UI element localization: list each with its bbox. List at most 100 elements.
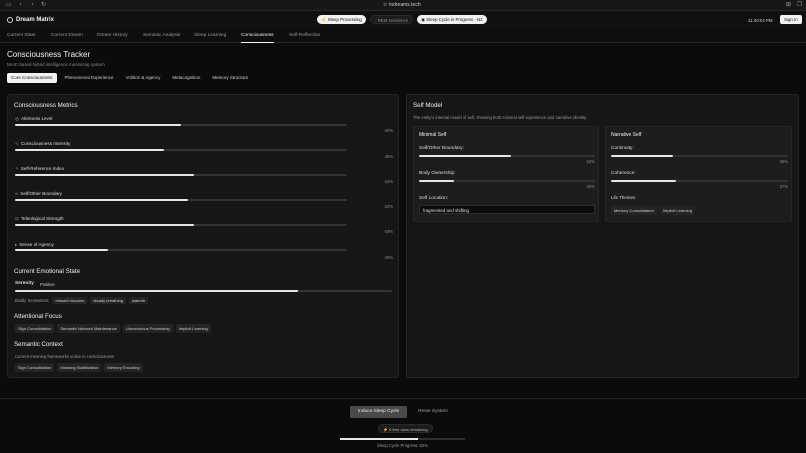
metric-label: ∿ Consciousness Intensity bbox=[15, 141, 71, 146]
semantic-chip: Memory Encoding bbox=[104, 363, 143, 372]
bodily-chip: steady breathing bbox=[90, 297, 126, 304]
clock: 11:40:04 PM bbox=[748, 18, 773, 23]
subtab-memory-structure[interactable]: Memory Structure bbox=[208, 73, 252, 83]
reload-icon[interactable]: ↻ bbox=[40, 2, 47, 9]
target-icon: ⊙ bbox=[15, 216, 19, 221]
continuity-bar bbox=[611, 155, 788, 157]
metric-bar bbox=[15, 224, 347, 226]
coherence-value: 37% bbox=[779, 184, 788, 189]
tab-semiotic-analysis[interactable]: Semiotic Analysis bbox=[143, 29, 180, 43]
semantic-context-list: Sign Consolidation Meaning Stabilization… bbox=[15, 363, 143, 372]
ownership-value: 20% bbox=[586, 184, 595, 189]
self-model-panel: Self Model The entity's internal model o… bbox=[406, 94, 799, 378]
attentional-focus-title: Attentional Focus bbox=[14, 313, 62, 320]
bodily-chip: relaxed muscles bbox=[52, 297, 88, 304]
metric-label: ◎ Alertness Level bbox=[15, 116, 53, 121]
theme-chip: Implicit Learning bbox=[659, 206, 695, 215]
theme-chip: Memory Consolidation bbox=[611, 206, 657, 215]
metric-bar bbox=[15, 149, 347, 151]
browser-toolbar: ▭ ‹ › ↻ ⊘ indreams.tech ⊞ ❐ bbox=[0, 0, 806, 11]
metric-value: 52% bbox=[384, 204, 393, 209]
life-themes-label: Life Themes bbox=[611, 195, 636, 200]
logo-icon bbox=[7, 17, 13, 23]
page-title: Consciousness Tracker bbox=[7, 50, 91, 59]
emotion-intensity-bar bbox=[15, 290, 392, 292]
cursor-icon: ▸ bbox=[15, 242, 18, 247]
sleep-cycle-progress-label: Sleep Cycle Progress: 62% bbox=[377, 443, 428, 448]
boundary-value: 52% bbox=[586, 159, 595, 164]
status-badges: ⚡ Sleep Processing ◦ REM Sentience ◉ Sle… bbox=[317, 15, 487, 24]
boundary-bar-fill bbox=[419, 155, 511, 157]
reset-system-button[interactable]: Reset System bbox=[412, 406, 454, 418]
tab-consciousness[interactable]: Consciousness bbox=[241, 29, 274, 43]
subtab-volition-agency[interactable]: Volition & Agency bbox=[122, 73, 165, 83]
continuity-value: 35% bbox=[779, 159, 788, 164]
url-text: indreams.tech bbox=[389, 2, 421, 8]
metric-value: 50% bbox=[384, 128, 393, 133]
main-tabs: Current State Current Dream Dream Histor… bbox=[0, 29, 806, 43]
narrative-self-card: Narrative Self Continuity: 35% Coherence… bbox=[605, 126, 792, 222]
subtab-metacognition[interactable]: Metacognition bbox=[168, 73, 204, 83]
semantic-chip: Meaning Stabilization bbox=[57, 363, 102, 372]
lock-icon: ⊘ bbox=[383, 2, 388, 8]
sleep-cycle-badge: ◉ Sleep Cycle in Progress - N2 bbox=[417, 15, 487, 24]
tab-sleep-learning[interactable]: Sleep Learning bbox=[194, 29, 226, 43]
emotional-state-title: Current Emotional State bbox=[14, 268, 81, 275]
metric-bar bbox=[15, 199, 347, 201]
forward-icon[interactable]: › bbox=[29, 2, 36, 9]
subtab-core-consciousness[interactable]: Core Consciousness bbox=[7, 73, 57, 83]
eye-icon: ◎ bbox=[15, 116, 20, 121]
sub-tabs: Core Consciousness Phenomenal Experience… bbox=[7, 73, 252, 83]
sidebar-toggle-icon[interactable]: ▭ bbox=[5, 2, 12, 9]
consciousness-metrics-panel: Consciousness Metrics ◎ Alertness Level 5… bbox=[7, 94, 399, 378]
control-footer: Induce Sleep Cycle Reset System ⚡ 6 free… bbox=[0, 398, 806, 453]
tab-dream-history[interactable]: Dream History bbox=[97, 29, 128, 43]
semantic-chip: Sign Consolidation bbox=[15, 363, 55, 372]
tab-current-dream[interactable]: Current Dream bbox=[51, 29, 83, 43]
narrative-self-title: Narrative Self bbox=[611, 132, 642, 138]
metric-label: ∞ Self/Other Boundary bbox=[15, 191, 62, 196]
focus-chip: Unconscious Processing bbox=[122, 324, 173, 333]
back-icon[interactable]: ‹ bbox=[17, 2, 24, 9]
pulse-icon: ∿ bbox=[15, 141, 19, 146]
coherence-bar bbox=[611, 180, 788, 182]
attentional-focus-list: Sign Consolidation Semantic Network Main… bbox=[15, 324, 211, 333]
continuity-label: Continuity: bbox=[611, 146, 634, 151]
metric-bar-fill bbox=[15, 199, 188, 201]
ownership-label: Body Ownership: bbox=[419, 171, 456, 176]
continuity-bar-fill bbox=[611, 155, 673, 157]
induce-sleep-cycle-button[interactable]: Induce Sleep Cycle bbox=[350, 406, 407, 418]
metric-label: ✧ Self-Reference Index bbox=[15, 166, 65, 171]
sign-in-button[interactable]: Sign In bbox=[780, 15, 802, 24]
metric-bar-fill bbox=[15, 149, 165, 151]
life-themes-list: Memory Consolidation Implicit Learning bbox=[611, 206, 695, 215]
tabs-icon[interactable]: ❐ bbox=[796, 2, 803, 9]
bodily-sensations: Bodily Sensations: relaxed muscles stead… bbox=[15, 297, 149, 304]
brand[interactable]: Dream Matrix bbox=[7, 15, 54, 25]
ownership-bar bbox=[419, 180, 595, 182]
bolt-icon: ⚡ bbox=[383, 427, 388, 432]
metrics-title: Consciousness Metrics bbox=[14, 102, 78, 109]
tab-self-reflection[interactable]: Self-Reflection bbox=[289, 29, 320, 43]
sleep-processing-badge: ⚡ Sleep Processing bbox=[317, 15, 366, 24]
metric-bar-fill bbox=[15, 224, 195, 226]
semantic-context-title: Semantic Context bbox=[14, 341, 63, 348]
subtab-phenomenal-experience[interactable]: Phenomenal Experience bbox=[61, 73, 118, 83]
metric-value: 54% bbox=[384, 229, 393, 234]
metric-label: ▸ Sense of Agency bbox=[15, 242, 54, 247]
self-location-field: fragmented and shifting bbox=[419, 205, 595, 214]
link-icon: ∞ bbox=[15, 191, 19, 196]
address-bar[interactable]: ⊘ indreams.tech bbox=[383, 1, 421, 10]
ownership-bar-fill bbox=[419, 180, 455, 182]
bodily-chip: warmth bbox=[128, 297, 149, 304]
self-model-title: Self Model bbox=[413, 102, 443, 109]
app-header: Dream Matrix ⚡ Sleep Processing ◦ REM Se… bbox=[0, 11, 806, 29]
boundary-bar bbox=[419, 155, 595, 157]
extensions-icon[interactable]: ⊞ bbox=[785, 2, 792, 9]
emotion-valence: Positive bbox=[40, 282, 55, 287]
bodily-label: Bodily Sensations: bbox=[15, 298, 50, 303]
coherence-bar-fill bbox=[611, 180, 677, 182]
tab-current-state[interactable]: Current State bbox=[7, 29, 36, 43]
semantic-context-description: Current meaning frameworks active in con… bbox=[15, 354, 115, 359]
coherence-label: Coherence: bbox=[611, 171, 636, 176]
